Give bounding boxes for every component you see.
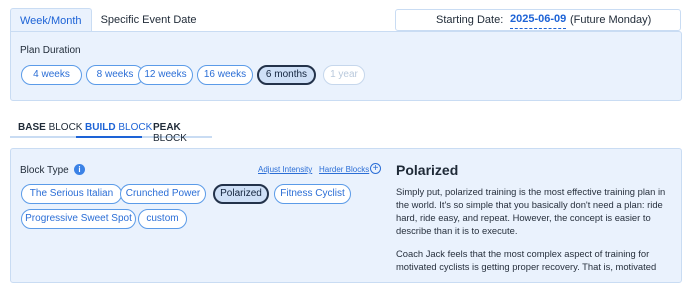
duration-1-year[interactable]: 1 year: [323, 65, 365, 85]
block-type-serious-italian[interactable]: The Serious Italian: [21, 184, 122, 204]
description-paragraph-1: Simply put, polarized training is the mo…: [396, 186, 666, 236]
duration-16-weeks[interactable]: 16 weeks: [197, 65, 253, 85]
active-tab-indicator: [76, 136, 142, 138]
tab-base-block[interactable]: BASE BLOCK: [18, 122, 82, 133]
plan-duration-panel: Plan Duration 4 weeks 8 weeks 12 weeks 1…: [10, 31, 682, 101]
duration-6-months[interactable]: 6 months: [257, 65, 316, 85]
block-type-fitness-cyclist[interactable]: Fitness Cyclist: [274, 184, 351, 204]
starting-date-label: Starting Date:: [436, 14, 504, 26]
adjust-intensity-link[interactable]: Adjust Intensity: [258, 165, 312, 174]
block-type-panel: Block Type i Adjust Intensity Harder Blo…: [10, 148, 682, 283]
block-type-progressive-sweet-spot[interactable]: Progressive Sweet Spot: [21, 209, 136, 229]
description-paragraph-2: Coach Jack feels that the most complex a…: [396, 248, 657, 272]
block-type-crunched-power[interactable]: Crunched Power: [120, 184, 206, 204]
plus-circle-icon[interactable]: +: [370, 163, 381, 174]
description-title: Polarized: [396, 162, 459, 178]
block-tabs: BASE BLOCK BUILD BLOCK PEAK BLOCK: [10, 118, 212, 144]
duration-8-weeks[interactable]: 8 weeks: [86, 65, 144, 85]
block-type-label: Block Type: [20, 165, 69, 176]
harder-blocks-link[interactable]: Harder Blocks: [319, 165, 369, 174]
tab-peak-block[interactable]: PEAK BLOCK: [153, 122, 212, 144]
block-type-polarized[interactable]: Polarized: [213, 184, 269, 204]
duration-12-weeks[interactable]: 12 weeks: [138, 65, 193, 85]
plan-mode-tabs: Week/Month Specific Event Date: [10, 8, 206, 32]
plan-duration-label: Plan Duration: [20, 45, 81, 56]
starting-date-note: (Future Monday): [570, 14, 652, 26]
info-icon[interactable]: i: [74, 164, 85, 175]
tab-specific-event-date[interactable]: Specific Event Date: [92, 8, 206, 32]
block-type-custom[interactable]: custom: [138, 209, 187, 229]
starting-date-value[interactable]: 2025-06-09: [510, 10, 567, 29]
starting-date-box: Starting Date: 2025-06-09 (Future Monday…: [395, 9, 681, 31]
tab-week-month[interactable]: Week/Month: [10, 8, 92, 32]
duration-4-weeks[interactable]: 4 weeks: [21, 65, 82, 85]
tab-build-block[interactable]: BUILD BLOCK: [85, 122, 152, 133]
